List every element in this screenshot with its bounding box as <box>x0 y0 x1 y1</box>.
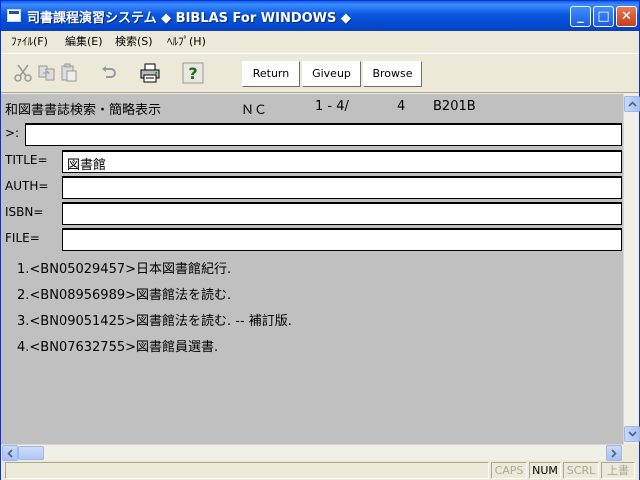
result-total: 4 <box>397 99 406 114</box>
screen-header: 和図書書誌検索・簡略表示 ＮＣ 1 - 4/ 4 B201B <box>5 99 476 118</box>
help-icon: ? <box>182 62 204 84</box>
prompt-label: >: <box>5 126 20 140</box>
arrow-down-icon <box>627 431 637 437</box>
scroll-right-button[interactable] <box>606 445 622 461</box>
scroll-thumb[interactable] <box>18 446 44 460</box>
screen-title: 和図書書誌検索・簡略表示 <box>5 103 162 118</box>
menu-file[interactable]: ﾌｧｲﾙ(F) <box>11 33 48 49</box>
overwrite-indicator: 上書 <box>601 462 635 479</box>
num-indicator: NUM <box>529 462 561 479</box>
arrow-up-icon <box>627 101 637 107</box>
giveup-button[interactable]: Giveup <box>302 61 361 87</box>
title-label: TITLE= <box>5 153 48 167</box>
result-item[interactable]: 3.<BN09051425>図書館法を読む. -- 補訂版. <box>17 310 292 329</box>
result-item[interactable]: 1.<BN05029457>日本図書館紀行. <box>17 258 231 277</box>
screen-code: ＮＣ <box>241 103 268 118</box>
copy-button[interactable] <box>35 61 59 85</box>
scrollbar-corner <box>623 444 639 460</box>
terminal-screen: 和図書書誌検索・簡略表示 ＮＣ 1 - 4/ 4 B201B >: TITLE=… <box>1 94 623 444</box>
arrow-right-icon <box>611 448 617 458</box>
undo-icon <box>102 66 116 78</box>
menu-help[interactable]: ﾍﾙﾌﾟ(H) <box>167 33 206 49</box>
printer-icon <box>140 63 160 83</box>
window-title: 司書課程演習システム ◆ BIBLAS For WINDOWS ◆ <box>27 11 351 26</box>
scrl-indicator: SCRL <box>563 462 599 479</box>
browse-button[interactable]: Browse <box>363 61 422 87</box>
return-button[interactable]: Return <box>242 61 300 87</box>
scroll-down-button[interactable] <box>624 426 640 442</box>
isbn-field[interactable] <box>62 202 622 225</box>
menu-bar: ﾌｧｲﾙ(F) 編集(E) 検索(S) ﾍﾙﾌﾟ(H) <box>1 31 639 49</box>
cut-button[interactable] <box>11 61 35 85</box>
scissors-icon <box>14 64 32 82</box>
undo-button[interactable] <box>97 61 121 85</box>
toolbar: ? Return Giveup Browse <box>1 53 639 93</box>
file-label: FILE= <box>5 231 40 245</box>
app-window: 司書課程演習システム ◆ BIBLAS For WINDOWS ◆ _ □ ✕ … <box>0 0 640 480</box>
copy-icon <box>38 65 55 81</box>
status-message <box>5 462 489 479</box>
caps-indicator: CAPS <box>491 462 527 479</box>
print-button[interactable] <box>138 61 162 85</box>
isbn-label: ISBN= <box>5 205 44 219</box>
menu-search[interactable]: 検索(S) <box>115 33 153 49</box>
status-bar: CAPS NUM SCRL 上書 <box>1 461 639 480</box>
title-field[interactable]: 図書館 <box>62 150 622 173</box>
result-item[interactable]: 4.<BN07632755>図書館員選書. <box>17 336 218 355</box>
auth-field[interactable] <box>62 176 622 199</box>
minimize-button[interactable]: _ <box>570 6 591 27</box>
app-icon[interactable] <box>7 9 21 22</box>
result-range: 1 - 4/ <box>315 99 349 114</box>
maximize-button[interactable]: □ <box>593 6 614 27</box>
scroll-left-button[interactable] <box>2 445 18 461</box>
paste-button[interactable] <box>57 61 81 85</box>
svg-text:?: ? <box>188 64 197 83</box>
command-input[interactable] <box>25 123 622 146</box>
vertical-scrollbar[interactable] <box>623 94 640 444</box>
menu-edit[interactable]: 編集(E) <box>65 33 103 49</box>
arrow-left-icon <box>7 448 13 458</box>
auth-label: AUTH= <box>5 179 49 193</box>
close-button[interactable]: ✕ <box>616 6 637 27</box>
scroll-up-button[interactable] <box>624 96 640 112</box>
result-item[interactable]: 2.<BN08956989>図書館法を読む. <box>17 284 231 303</box>
horizontal-scrollbar[interactable] <box>1 444 623 461</box>
screen-id: B201B <box>433 99 476 114</box>
file-field[interactable] <box>62 228 622 251</box>
paste-icon <box>61 63 77 82</box>
help-button[interactable]: ? <box>181 61 205 85</box>
title-bar[interactable]: 司書課程演習システム ◆ BIBLAS For WINDOWS ◆ _ □ ✕ <box>1 1 639 31</box>
